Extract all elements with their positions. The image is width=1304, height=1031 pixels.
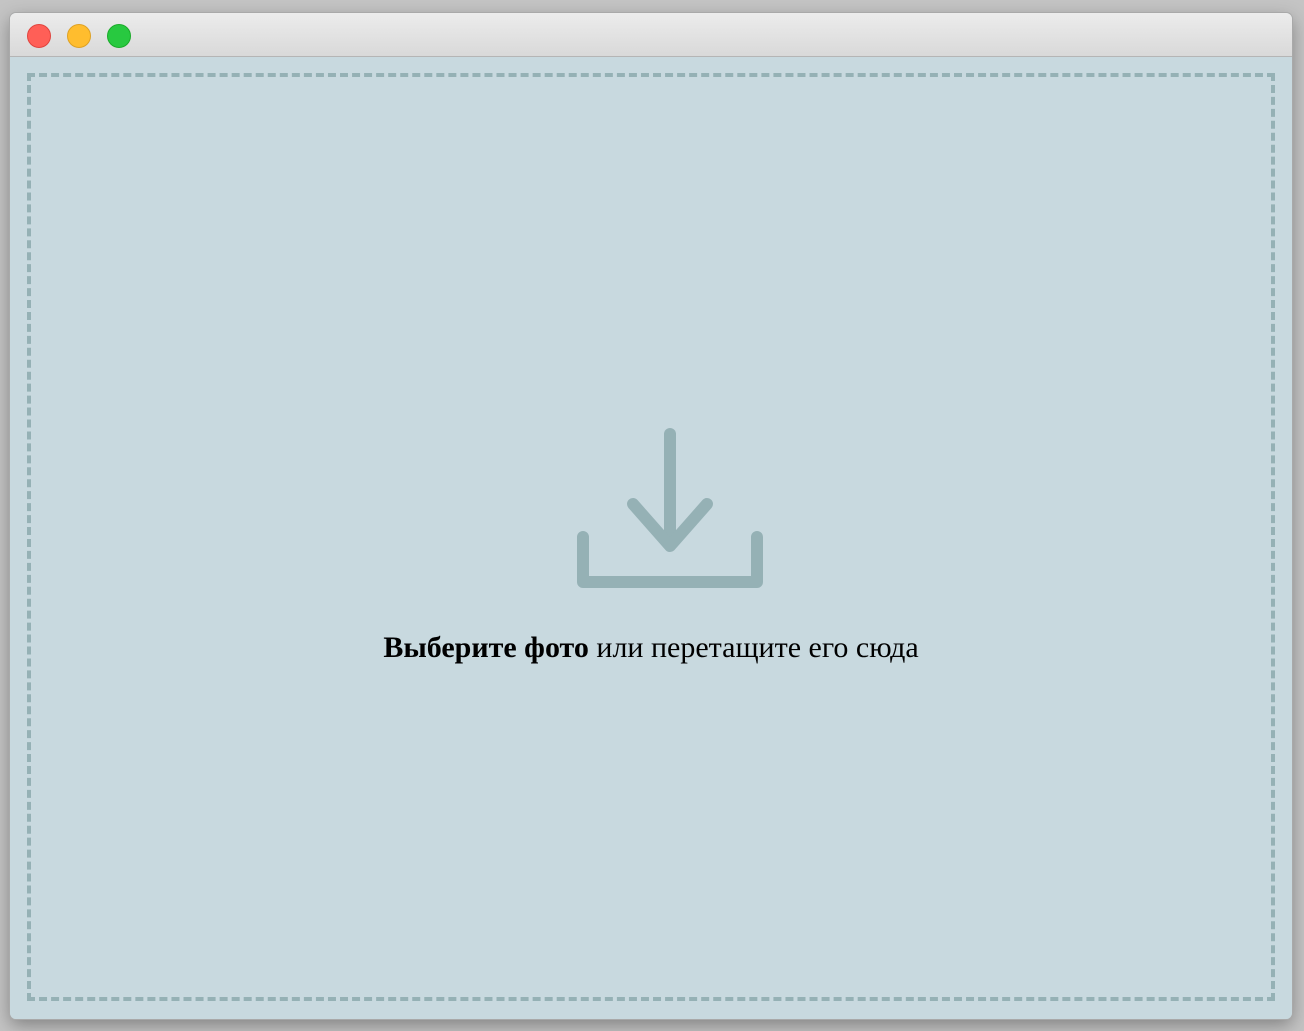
close-button[interactable]	[27, 24, 51, 48]
photo-drop-zone[interactable]: Выберите фото или перетащите его сюда	[27, 73, 1275, 1001]
download-icon	[577, 428, 763, 588]
window-content: Выберите фото или перетащите его сюда	[10, 57, 1292, 1019]
drop-zone-prompt: Выберите фото или перетащите его сюда	[31, 630, 1271, 666]
title-bar	[10, 13, 1292, 57]
drag-here-text: или перетащите его сюда	[588, 631, 919, 664]
minimize-button[interactable]	[67, 24, 91, 48]
zoom-button[interactable]	[107, 24, 131, 48]
choose-photo-link[interactable]: Выберите фото	[383, 631, 589, 664]
app-window: Выберите фото или перетащите его сюда	[10, 13, 1292, 1019]
